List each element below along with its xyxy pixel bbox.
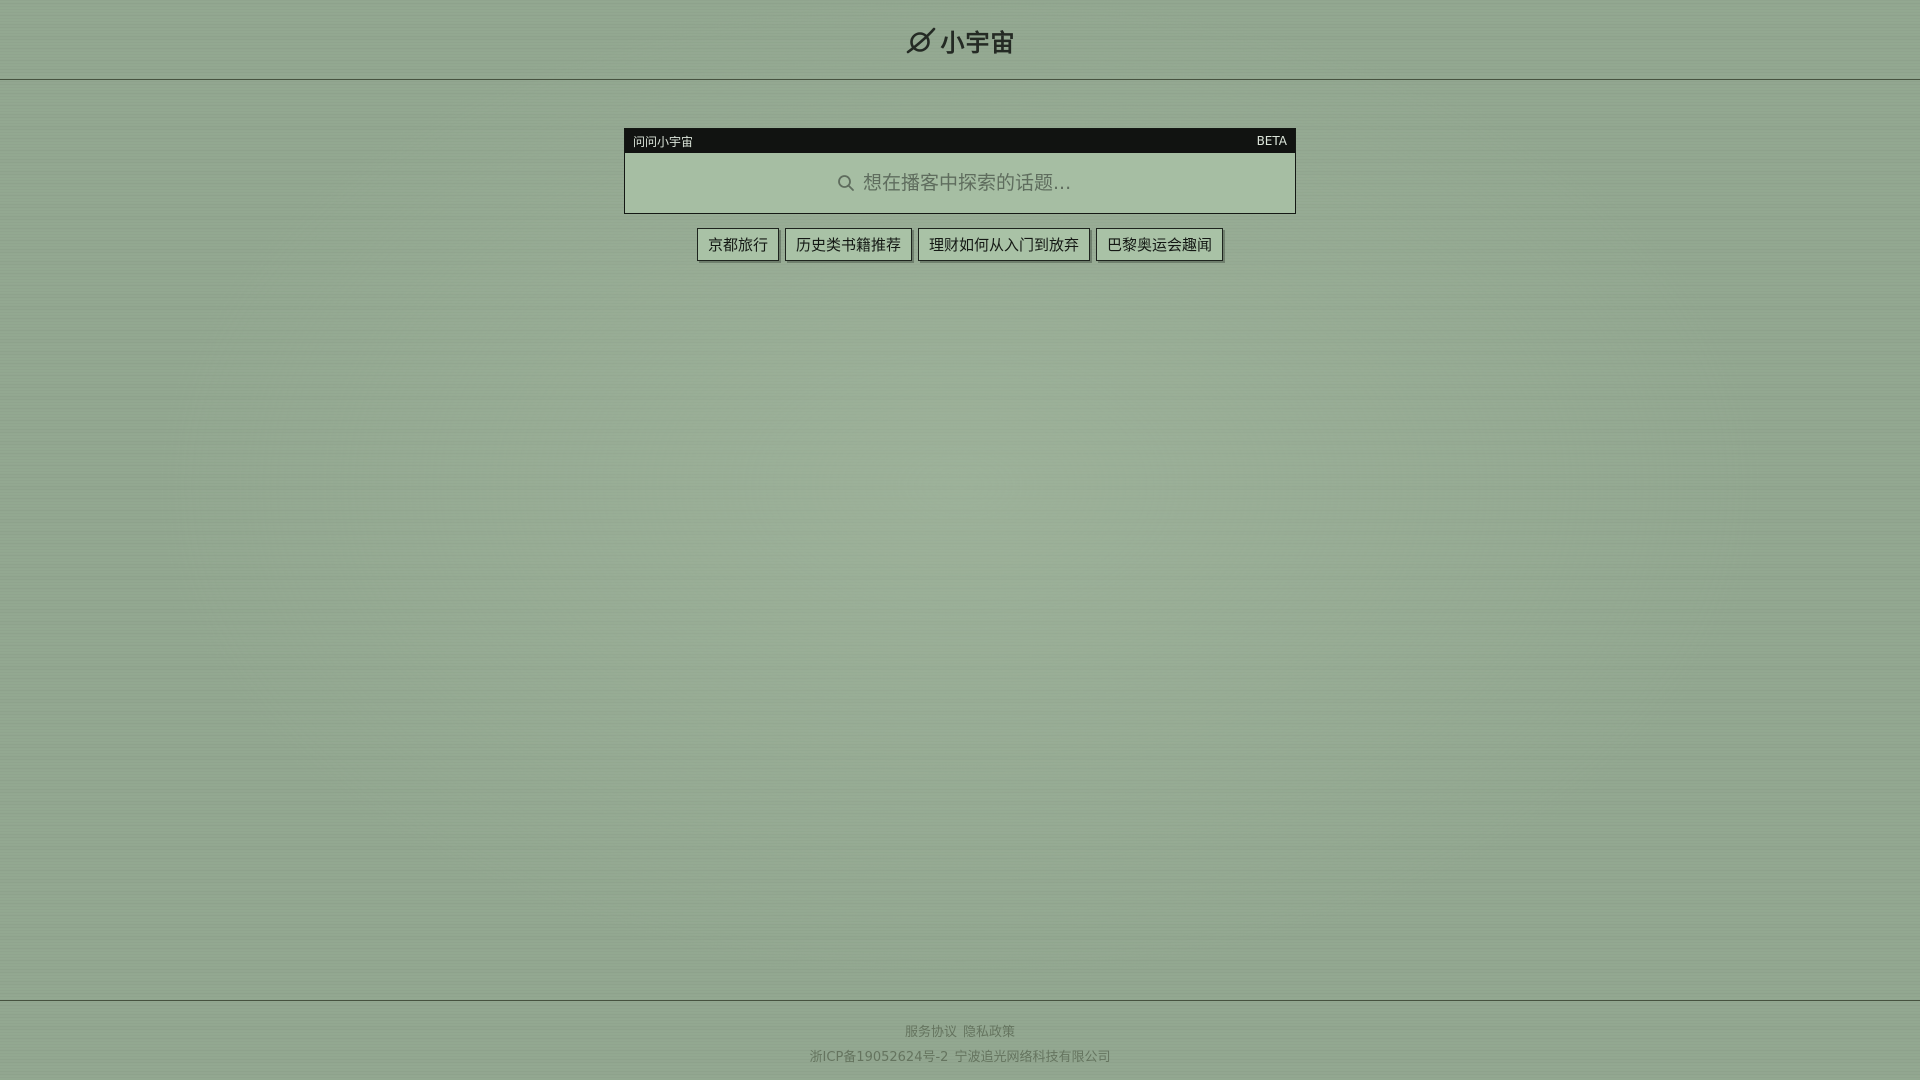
brand-name: 小宇宙 [940, 29, 1016, 57]
footer-links: 服务协议 隐私政策 [0, 1021, 1920, 1040]
suggestion-chip[interactable]: 巴黎奥运会趣闻 [1096, 228, 1224, 261]
terms-link[interactable]: 服务协议 [905, 1021, 957, 1040]
site-footer: 服务协议 隐私政策 浙ICP备19052624号-2 宁波追光网络科技有限公司 [0, 1000, 1920, 1080]
planet-icon [906, 27, 935, 53]
privacy-link[interactable]: 隐私政策 [963, 1021, 1015, 1040]
suggestion-chip[interactable]: 历史类书籍推荐 [784, 228, 912, 261]
suggestion-chip[interactable]: 理财如何从入门到放弃 [918, 228, 1091, 261]
ask-panel-title: 问问小宇宙 [633, 134, 694, 149]
footer-legal: 浙ICP备19052624号-2 宁波追光网络科技有限公司 [0, 1046, 1920, 1065]
suggestion-chip[interactable]: 京都旅行 [696, 228, 779, 261]
ask-panel: 问问小宇宙 BETA [624, 128, 1296, 214]
icp-number[interactable]: 浙ICP备19052624号-2 [810, 1046, 949, 1065]
search-input[interactable] [863, 172, 1083, 194]
search-icon [838, 175, 854, 191]
site-header: 小宇宙 [0, 0, 1920, 80]
ask-panel-header: 问问小宇宙 BETA [625, 129, 1295, 153]
company-name: 宁波追光网络科技有限公司 [954, 1050, 1111, 1065]
search-box[interactable] [625, 153, 1295, 213]
suggestion-chips: 京都旅行 历史类书籍推荐 理财如何从入门到放弃 巴黎奥运会趣闻 [0, 228, 1920, 261]
beta-badge: BETA [1256, 134, 1287, 148]
brand-logo[interactable]: 小宇宙 [905, 23, 1016, 58]
